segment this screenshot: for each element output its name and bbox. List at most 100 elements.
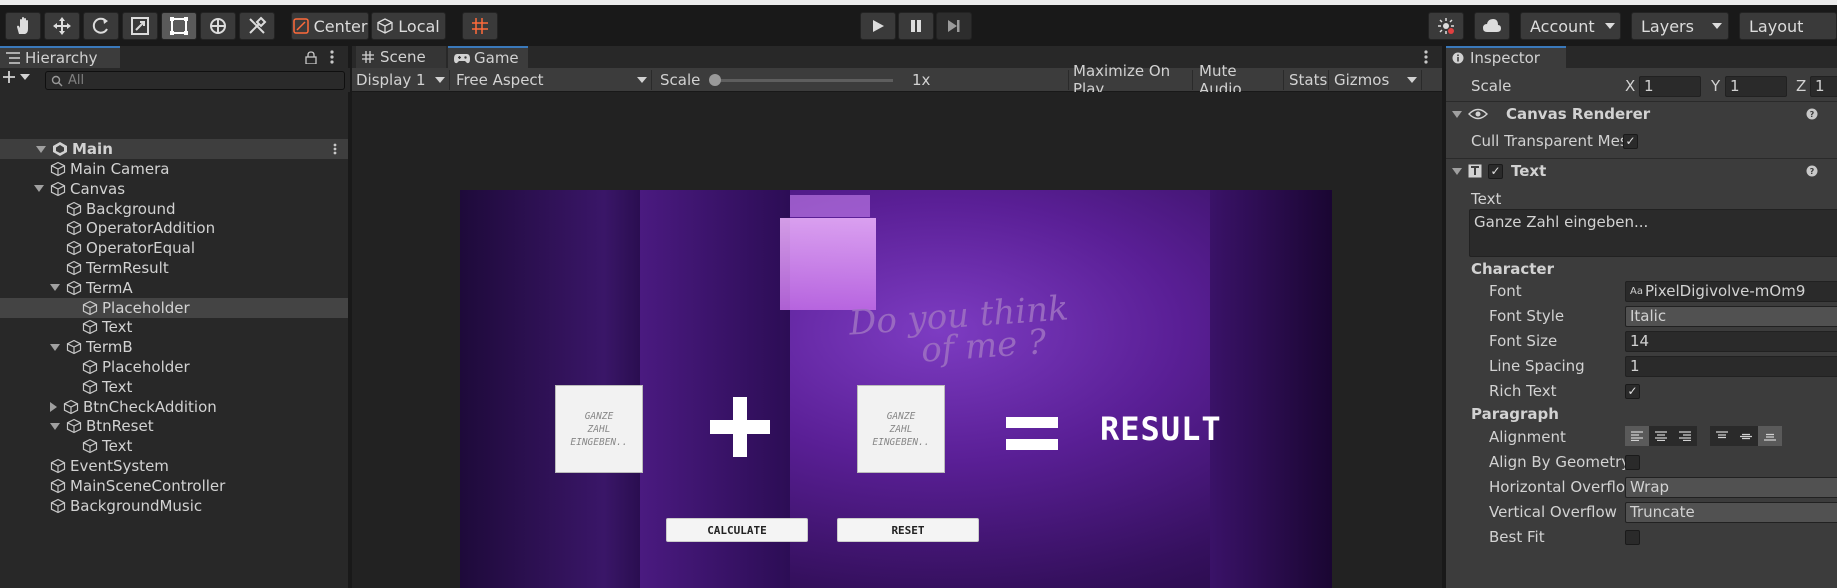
hierarchy-item[interactable]: Text [0,377,348,397]
tab-game[interactable]: Game [448,46,528,68]
best-fit-checkbox[interactable] [1625,530,1640,545]
text-field-label: Text [1471,190,1502,208]
hierarchy-item[interactable]: OperatorEqual [0,238,348,258]
gameobject-cube-icon [63,399,79,414]
maximize-on-play-toggle[interactable]: Maximize On Play [1068,62,1193,98]
scale-slider-track[interactable] [713,79,893,82]
kebab-menu-icon[interactable] [330,50,334,64]
term-b-input[interactable]: GANZE ZAHL EINGEBEN.. [857,385,945,473]
text-enabled-checkbox[interactable]: ✓ [1488,163,1503,179]
kebab-menu-icon[interactable] [1424,50,1428,64]
tab-hierarchy[interactable]: Hierarchy [0,46,120,68]
move-tool-button[interactable] [44,12,80,40]
vertical-overflow-dropdown[interactable]: Truncate [1625,502,1837,523]
pivot-local-label: Local [398,16,440,36]
paragraph-section-label: Paragraph [1471,405,1559,423]
scale-z-field[interactable]: 1 [1810,76,1837,97]
pause-button[interactable] [898,12,934,40]
scale-x-field[interactable]: 1 [1639,76,1701,97]
hierarchy-item[interactable]: BackgroundMusic [0,496,348,516]
reset-button[interactable]: RESET [837,518,979,542]
font-size-field[interactable]: 14 [1625,331,1837,352]
hand-tool-button[interactable] [5,12,41,40]
scale-slider-handle[interactable] [709,74,721,86]
gizmos-dropdown[interactable]: Gizmos [1330,70,1422,90]
collapse-arrow-icon[interactable] [50,401,57,412]
hierarchy-item[interactable]: TermB [0,337,348,357]
hierarchy-item-label: BtnCheckAddition [83,397,217,416]
game-canvas[interactable]: Do you think of me ? GANZE ZAHL EINGEBEN… [460,190,1332,588]
hierarchy-item[interactable]: Text [0,436,348,456]
font-object-field[interactable]: Aa PixelDigivolve-mOm9 [1625,281,1837,302]
tab-scene[interactable]: Scene [356,46,446,68]
font-style-dropdown[interactable]: Italic [1625,306,1837,327]
rich-text-checkbox[interactable]: ✓ [1625,384,1640,399]
cloud-button[interactable] [1474,12,1510,40]
term-a-placeholder-line-1: GANZE [584,410,614,422]
align-center-button[interactable] [1649,426,1673,446]
hierarchy-item[interactable]: Main Camera [0,159,348,179]
account-dropdown[interactable]: Account [1520,12,1621,40]
hierarchy-item[interactable]: Background [0,199,348,219]
hierarchy-item[interactable]: Placeholder [0,297,348,318]
text-component-header[interactable]: ✓ Text ? [1446,158,1837,183]
rotate-tool-button[interactable] [83,12,119,40]
tab-scene-label: Scene [380,48,426,66]
hierarchy-item[interactable]: BtnReset [0,416,348,436]
scale-tool-button[interactable] [122,12,158,40]
expand-arrow-icon[interactable] [50,343,60,351]
horizontal-overflow-dropdown[interactable]: Wrap [1625,477,1837,498]
scale-y-field[interactable]: 1 [1725,76,1787,97]
calculate-button[interactable]: CALCULATE [666,518,808,542]
display-dropdown[interactable]: Display 1 [352,70,450,90]
custom-tool-button[interactable] [239,12,275,40]
aspect-dropdown[interactable]: Free Aspect [452,70,652,90]
hierarchy-item[interactable]: TermA [0,278,348,298]
mute-audio-toggle[interactable]: Mute Audio [1195,62,1284,98]
expand-arrow-icon[interactable] [50,284,60,292]
pivot-local-button[interactable]: Local [371,12,446,40]
text-value-textarea[interactable]: Ganze Zahl eingeben... [1469,209,1837,257]
hierarchy-item[interactable]: EventSystem [0,456,348,476]
hierarchy-search-input[interactable]: All [45,71,345,90]
term-a-input[interactable]: GANZE ZAHL EINGEBEN.. [555,385,643,473]
grid-snap-button[interactable] [462,12,498,40]
create-button[interactable] [2,70,30,84]
help-icon[interactable]: ? [1806,108,1818,120]
align-top-button[interactable] [1710,426,1734,446]
stats-toggle[interactable]: Stats [1285,70,1329,90]
transform-tool-button[interactable] [200,12,236,40]
canvas-renderer-header[interactable]: Canvas Renderer ? [1446,101,1837,126]
align-left-button[interactable] [1625,426,1649,446]
line-spacing-field[interactable]: 1 [1625,356,1837,377]
hierarchy-item[interactable]: MainSceneController [0,476,348,496]
collab-icon [1438,18,1454,34]
align-by-geometry-checkbox[interactable] [1625,455,1640,470]
step-button[interactable] [936,12,972,40]
cull-transparent-checkbox[interactable]: ✓ [1623,134,1638,149]
hierarchy-item[interactable]: Canvas [0,179,348,199]
hierarchy-item[interactable]: BtnCheckAddition [0,397,348,417]
play-button[interactable] [860,12,896,40]
lock-icon[interactable] [305,51,317,64]
align-middle-button[interactable] [1734,426,1758,446]
hierarchy-item[interactable]: TermResult [0,258,348,278]
align-left-icon [1631,431,1643,441]
align-right-button[interactable] [1673,426,1697,446]
hierarchy-item[interactable]: Text [0,317,348,337]
layout-dropdown[interactable]: Layout [1739,12,1837,40]
expand-arrow-icon[interactable] [50,422,60,430]
tab-inspector[interactable]: Inspector [1446,46,1566,68]
hierarchy-item[interactable]: Placeholder [0,357,348,377]
pivot-center-button[interactable]: Center [291,12,369,40]
help-icon[interactable]: ? [1806,165,1818,177]
scene-row-main[interactable]: Main [0,139,348,159]
layers-dropdown[interactable]: Layers [1631,12,1729,40]
rect-tool-button[interactable] [161,12,197,40]
kebab-menu-icon[interactable] [333,143,337,155]
game-panel: Scene Game Display 1 Free Aspect Scale 1… [352,46,1442,588]
expand-arrow-icon[interactable] [34,185,44,193]
align-bottom-button[interactable] [1758,426,1782,446]
collab-button[interactable] [1428,12,1464,40]
hierarchy-item[interactable]: OperatorAddition [0,218,348,238]
